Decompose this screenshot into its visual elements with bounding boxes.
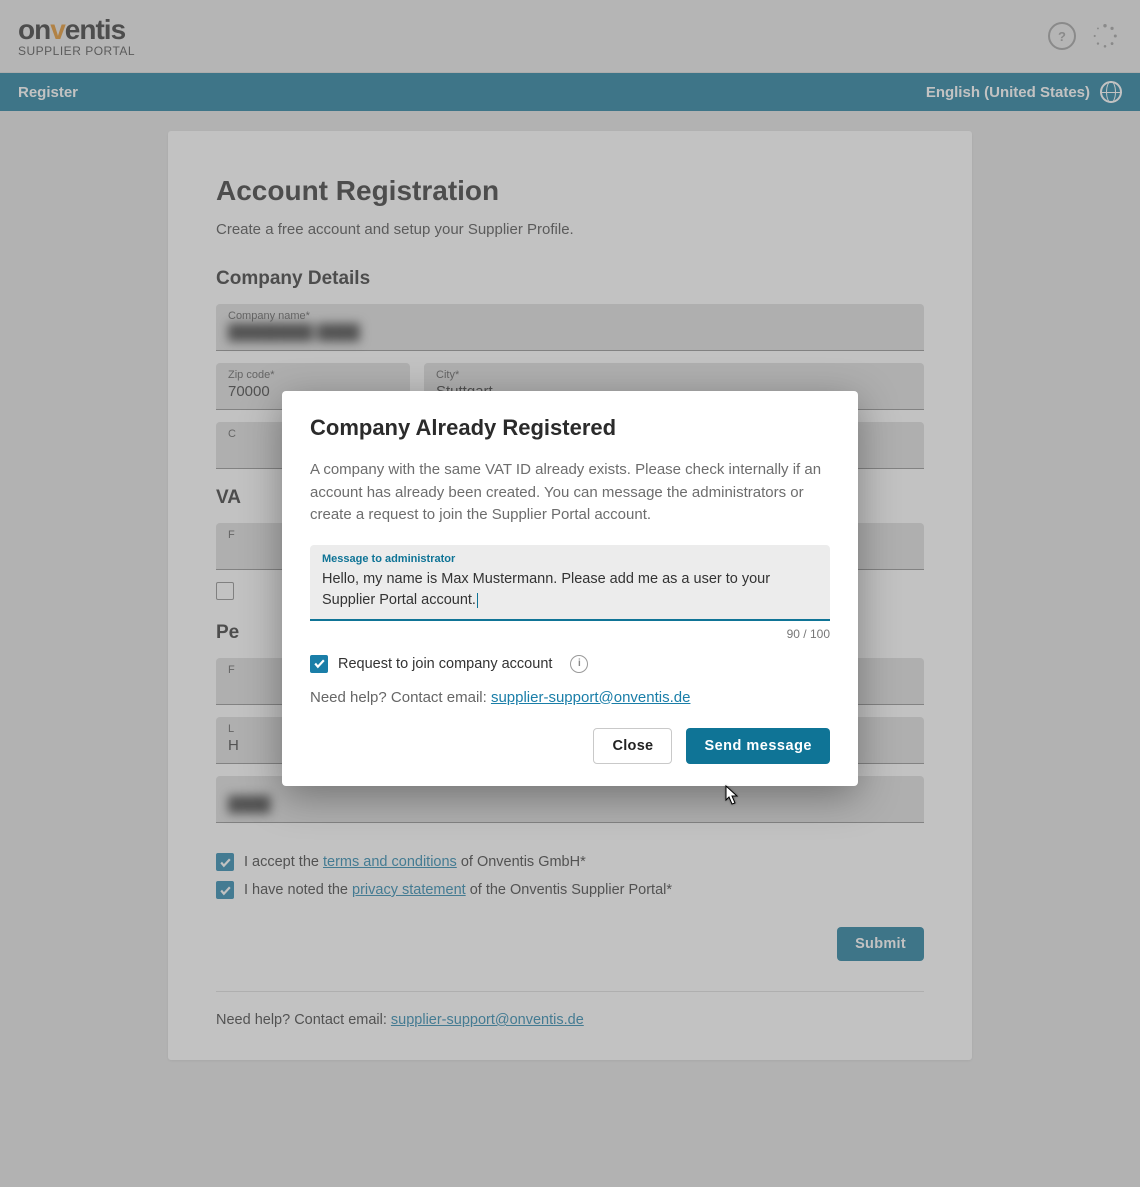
char-counter: 90 / 100 bbox=[310, 627, 830, 641]
modal-help-email[interactable]: supplier-support@onventis.de bbox=[491, 689, 691, 706]
message-value: Hello, my name is Max Mustermann. Please… bbox=[322, 571, 770, 608]
message-field[interactable]: Message to administrator Hello, my name … bbox=[310, 545, 830, 621]
info-icon[interactable]: i bbox=[570, 655, 588, 673]
close-button[interactable]: Close bbox=[593, 728, 672, 764]
app-root: onventis SUPPLIER PORTAL ? Register Engl… bbox=[0, 0, 1140, 1187]
join-request-row[interactable]: Request to join company account i bbox=[310, 655, 830, 673]
modal-title: Company Already Registered bbox=[310, 415, 830, 441]
message-label: Message to administrator bbox=[322, 553, 818, 565]
modal-help: Need help? Contact email: supplier-suppo… bbox=[310, 689, 830, 706]
modal-body: A company with the same VAT ID already e… bbox=[310, 459, 830, 527]
join-request-label: Request to join company account bbox=[338, 656, 552, 672]
text-caret bbox=[477, 593, 478, 608]
company-registered-modal: Company Already Registered A company wit… bbox=[282, 391, 858, 786]
join-request-checkbox[interactable] bbox=[310, 655, 328, 673]
send-message-button[interactable]: Send message bbox=[686, 728, 830, 764]
